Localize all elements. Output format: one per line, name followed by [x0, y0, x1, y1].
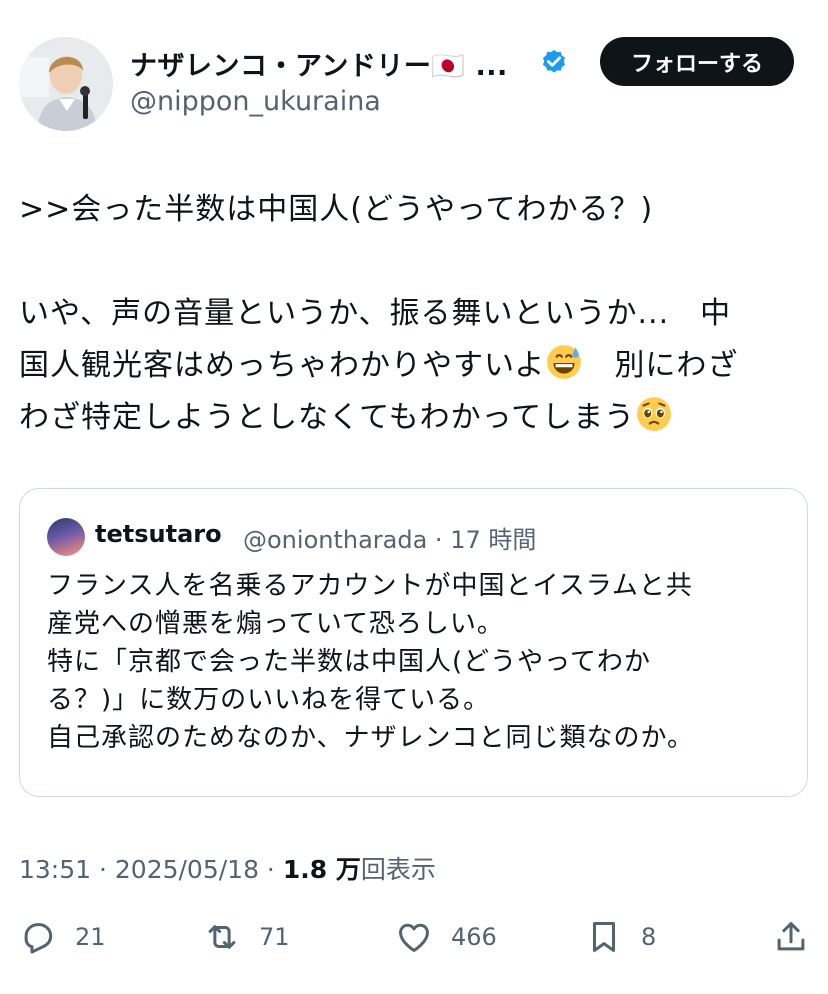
- pleading-face-emoji-icon: [637, 397, 671, 431]
- view-count: 1.8 万: [282, 855, 361, 884]
- author-name[interactable]: ナザレンコ・アンドリー🇯🇵 ...: [130, 44, 508, 83]
- tweet-timestamp[interactable]: 13:51 · 2025/05/18 ·: [19, 855, 283, 884]
- avatar-image: [19, 37, 113, 131]
- quote-author-name: tetsutaro: [95, 520, 222, 548]
- share-icon: [777, 922, 805, 951]
- bookmark-icon: [592, 922, 616, 952]
- bookmark-count: 8: [641, 923, 657, 951]
- tweet-meta: 13:51 · 2025/05/18 · 1.8 万回表示: [19, 850, 436, 886]
- author-handle[interactable]: @nippon_ukuraina: [130, 86, 381, 117]
- tweet-line: 別にわざ: [583, 348, 739, 383]
- tweet-line: >>会った半数は中国人(どうやってわかる？): [19, 192, 654, 227]
- reply-count: 21: [75, 923, 106, 951]
- quote-tweet-card[interactable]: tetsutaro @oniontharada · 17 時間 フランス人を名乗…: [19, 488, 808, 797]
- like-count: 466: [451, 923, 497, 951]
- quote-author-avatar[interactable]: [47, 518, 85, 556]
- reply-button[interactable]: 21: [19, 915, 106, 959]
- share-button[interactable]: [772, 915, 810, 959]
- quote-author-handle: @oniontharada · 17 時間: [243, 526, 537, 554]
- grinning-sweat-emoji-icon: [547, 345, 582, 379]
- author-avatar[interactable]: [19, 37, 113, 131]
- repost-icon: [208, 925, 236, 949]
- repost-button[interactable]: 71: [203, 915, 290, 959]
- repost-count: 71: [259, 923, 290, 951]
- quote-text: フランス人を名乗るアカウントが中国とイスラムと共 産党への憎悪を煽っていて恐ろし…: [47, 571, 694, 753]
- tweet-line: いや、声の音量というか、振る舞いというか... 中: [19, 296, 732, 331]
- tweet-text: >>会った半数は中国人(どうやってわかる？) いや、声の音量というか、振る舞いと…: [19, 184, 819, 444]
- bookmark-button[interactable]: 8: [585, 915, 656, 959]
- like-button[interactable]: 466: [395, 915, 497, 959]
- reply-icon: [24, 923, 53, 954]
- tweet-line: 国人観光客はめっちゃわかりやすいよ: [19, 348, 546, 383]
- verified-badge-icon: [543, 49, 565, 73]
- view-count-label: 回表示: [360, 855, 436, 884]
- follow-button[interactable]: フォローする: [600, 37, 794, 86]
- tweet-line: わざ特定しようとしなくてもわかってしまう: [19, 400, 636, 435]
- heart-icon: [399, 923, 429, 952]
